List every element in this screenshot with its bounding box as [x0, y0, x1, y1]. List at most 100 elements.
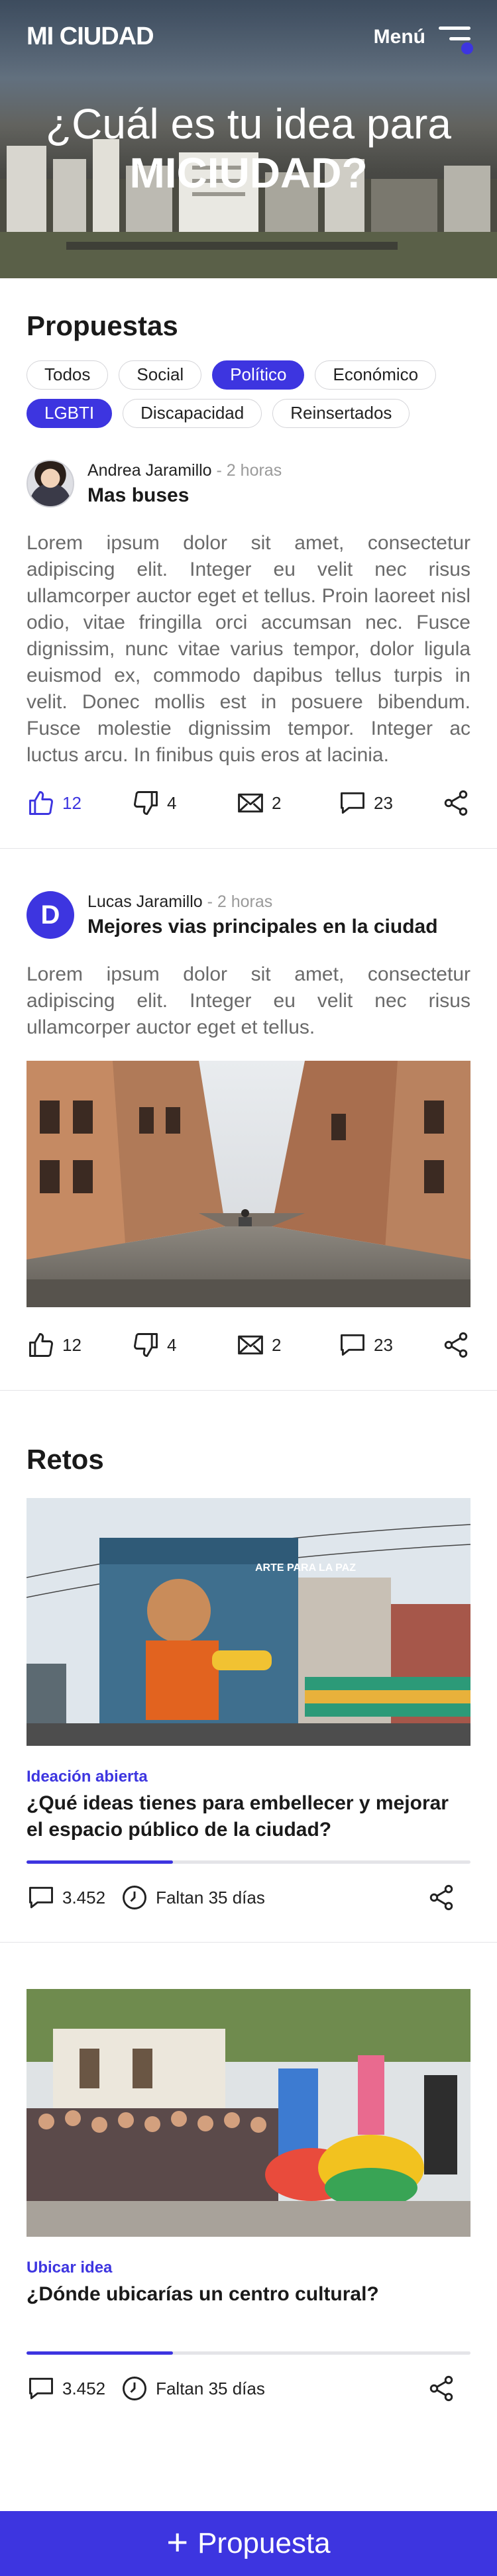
post-header: D Lucas Jaramillo - 2 horas Mejores vias… [27, 891, 470, 939]
speech-bubble-icon [29, 2377, 53, 2400]
post-card: D Lucas Jaramillo - 2 horas Mejores vias… [0, 891, 497, 1364]
thumbs-up-icon [29, 791, 53, 815]
reto-tag: Ideación abierta [27, 1768, 148, 1786]
comment-button[interactable]: 3.452 [27, 1883, 105, 1912]
filter-chip-politico[interactable]: Político [212, 360, 305, 390]
filter-chip-discapacidad[interactable]: Discapacidad [123, 399, 262, 428]
message-button[interactable]: 2 [236, 1330, 338, 1360]
hero-title-line1: ¿Cuál es tu idea para [46, 100, 451, 148]
plus-icon: + [166, 2521, 189, 2563]
reto-title[interactable]: ¿Dónde ubicarías un centro cultural? [27, 2281, 470, 2308]
hero-title-line2: MICIUDAD? [129, 149, 368, 197]
comment-button[interactable]: 3.452 [27, 2374, 105, 2403]
mural-photo: ARTE PARA LA PAZ [26, 1498, 471, 1746]
message-count: 2 [271, 1334, 282, 1355]
retos-section: Retos ARTE PARA LA PAZ Ideación abierta … [0, 1391, 497, 1914]
like-count: 12 [62, 792, 82, 813]
post-time: - 2 horas [211, 460, 282, 480]
menu-label: Menú [373, 26, 425, 48]
comment-count: 3.452 [62, 2378, 106, 2398]
post-meta: Andrea Jaramillo - 2 horas [87, 461, 282, 480]
comment-count: 3.452 [62, 1887, 106, 1907]
menu-button[interactable]: Menú [373, 24, 473, 54]
reto-progress-bar [27, 2351, 470, 2355]
comment-button[interactable]: 23 [338, 1330, 441, 1360]
clock-icon [123, 2377, 147, 2400]
speech-bubble-icon [341, 792, 364, 814]
mural-lettering: ARTE PARA LA PAZ [255, 1562, 356, 1574]
author-name[interactable]: Lucas Jaramillo [87, 892, 203, 911]
divider [0, 848, 497, 849]
reto-progress-bar [27, 1860, 470, 1864]
post-body: Lorem ipsum dolor sit amet, consectetur … [27, 532, 470, 766]
dislike-count: 4 [166, 1334, 177, 1355]
envelope-icon [238, 793, 263, 813]
reto-footer: 3.452 Faltan 35 días [27, 2372, 470, 2405]
new-propuesta-label: Propuesta [197, 2527, 331, 2559]
post-title[interactable]: Mas buses [87, 484, 282, 507]
reto-footer: 3.452 Faltan 35 días [27, 1881, 470, 1914]
dislike-button[interactable]: 4 [131, 788, 236, 818]
new-propuesta-button[interactable]: + Propuesta [0, 2511, 497, 2576]
share-icon [429, 1884, 453, 1911]
notification-dot [461, 42, 473, 54]
comment-count: 23 [374, 792, 393, 813]
reto-card-container: Ubicar idea ¿Dónde ubicarías un centro c… [0, 1943, 497, 2405]
share-button[interactable] [441, 788, 470, 818]
speech-bubble-icon [29, 1886, 53, 1909]
filter-chip-lgbti[interactable]: LGBTI [27, 399, 113, 428]
brand-logo[interactable]: MI CIUDAD [27, 23, 154, 51]
post-meta: Lucas Jaramillo - 2 horas [87, 892, 438, 912]
hero-title: ¿Cuál es tu idea para MICIUDAD? [0, 99, 497, 197]
hero-banner: MI CIUDAD Menú ¿Cuál es tu idea para MIC… [0, 0, 497, 278]
time-remaining-label: Faltan 35 días [156, 1887, 265, 1907]
reto-progress-fill [27, 1860, 174, 1864]
reto-card[interactable]: Ubicar idea ¿Dónde ubicarías un centro c… [27, 1962, 470, 2405]
reto-card[interactable]: ARTE PARA LA PAZ Ideación abierta ¿Qué i… [26, 1476, 471, 1914]
reto-title[interactable]: ¿Qué ideas tienes para embellecer y mejo… [27, 1790, 470, 1843]
speech-bubble-icon [341, 1334, 364, 1356]
share-button[interactable] [427, 1883, 456, 1912]
reto-progress-fill [27, 2351, 174, 2355]
filter-chip-economico[interactable]: Económico [315, 360, 437, 390]
retos-title: Retos [27, 1444, 104, 1475]
like-button[interactable]: 12 [27, 788, 131, 818]
filter-chip-reinsertados[interactable]: Reinsertados [272, 399, 410, 428]
author-name[interactable]: Andrea Jaramillo [87, 461, 212, 480]
post-header: Andrea Jaramillo - 2 horas Mas buses [27, 460, 470, 508]
message-button[interactable]: 2 [236, 788, 338, 818]
avatar[interactable]: D [27, 891, 74, 939]
avatar[interactable] [27, 460, 74, 508]
post-actions: 12 4 2 23 [27, 1326, 470, 1364]
comment-button[interactable]: 23 [338, 788, 441, 818]
thumbs-up-icon [29, 1333, 53, 1357]
time-remaining: Faltan 35 días [120, 1883, 265, 1912]
comment-count: 23 [374, 1334, 393, 1355]
envelope-icon [238, 1335, 263, 1355]
street-photo [27, 1061, 470, 1307]
thumbs-down-icon [134, 791, 158, 815]
like-count: 12 [62, 1334, 82, 1355]
filter-chip-todos[interactable]: Todos [27, 360, 109, 390]
filter-chips: Todos Social Político Económico LGBTI Di… [27, 360, 451, 428]
time-remaining: Faltan 35 días [120, 2374, 265, 2403]
dislike-count: 4 [166, 792, 177, 813]
message-count: 2 [271, 792, 282, 813]
hamburger-icon [437, 24, 473, 54]
share-icon [444, 1332, 468, 1358]
propuestas-title: Propuestas [27, 310, 178, 341]
filter-chip-social[interactable]: Social [119, 360, 202, 390]
propuestas-section: Propuestas Todos Social Político Económi… [0, 278, 497, 428]
post-body: Lorem ipsum dolor sit amet, consectetur … [27, 963, 470, 1038]
share-button[interactable] [427, 2374, 456, 2403]
post-title[interactable]: Mejores vias principales en la ciudad [87, 916, 438, 938]
share-icon [429, 2375, 453, 2402]
thumbs-down-icon [134, 1333, 158, 1357]
reto-tag: Ubicar idea [27, 2259, 113, 2277]
crowd-photo [27, 1989, 470, 2237]
post-card: Andrea Jaramillo - 2 horas Mas buses Lor… [0, 460, 497, 822]
share-button[interactable] [441, 1330, 470, 1360]
post-time: - 2 horas [202, 892, 273, 911]
dislike-button[interactable]: 4 [131, 1330, 236, 1360]
like-button[interactable]: 12 [27, 1330, 131, 1360]
